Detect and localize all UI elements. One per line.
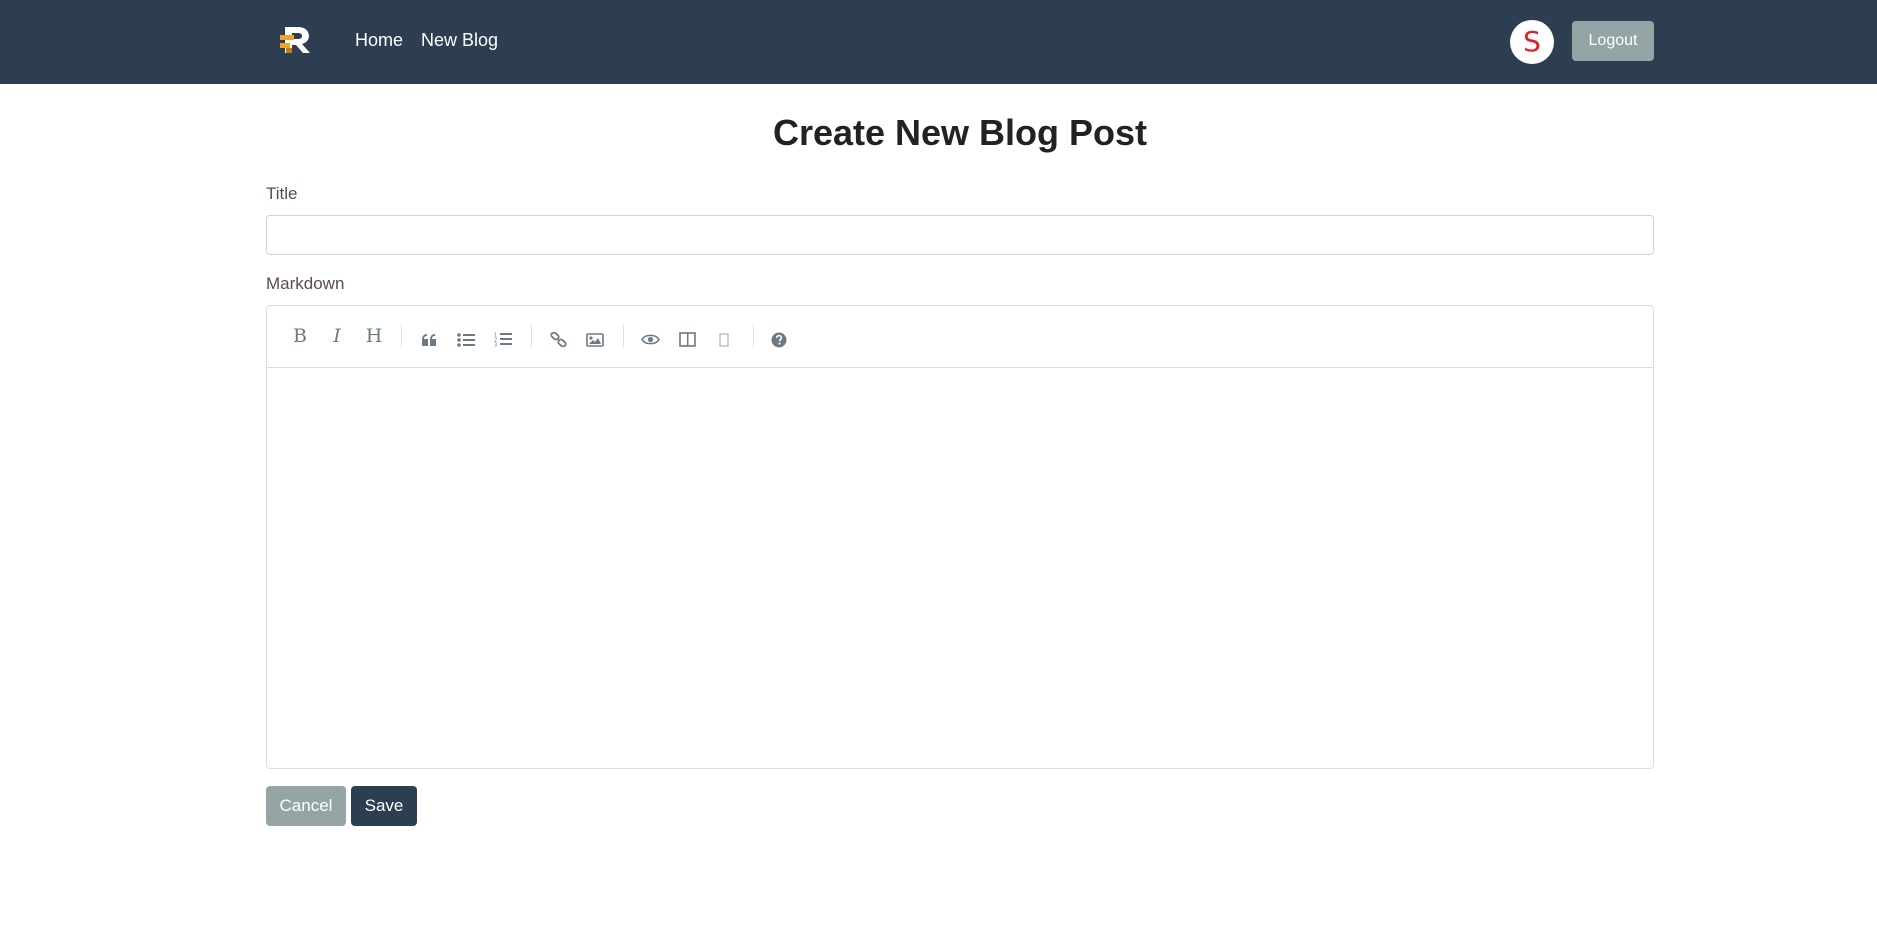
- navbar: Home New Blog S Logout: [0, 0, 1877, 84]
- quote-button[interactable]: [414, 321, 444, 351]
- page-title: Create New Blog Post: [772, 112, 1148, 153]
- eye-icon: [640, 334, 660, 345]
- fullscreen-icon: [719, 332, 729, 347]
- link-button[interactable]: [543, 321, 573, 351]
- avatar[interactable]: S: [1510, 20, 1554, 64]
- toolbar-separator: [623, 325, 624, 347]
- image-button[interactable]: [580, 321, 610, 351]
- question-icon: [771, 332, 787, 347]
- logo-icon[interactable]: [278, 24, 312, 56]
- columns-icon: [678, 332, 696, 347]
- svg-text:3: 3: [494, 343, 497, 348]
- ordered-list-button[interactable]: 1 2 3: [488, 321, 518, 351]
- fullscreen-button[interactable]: [709, 321, 739, 351]
- unordered-list-icon: [457, 332, 475, 347]
- nav-link-home[interactable]: Home: [355, 30, 403, 51]
- side-by-side-button[interactable]: [672, 321, 702, 351]
- image-icon: [586, 332, 604, 347]
- ordered-list-icon: 1 2 3: [494, 333, 512, 348]
- markdown-label: Markdown: [266, 274, 345, 293]
- nav-link-new-blog[interactable]: New Blog: [421, 30, 498, 51]
- editor-toolbar: B I H 1 2 3: [267, 306, 1653, 368]
- heading-button[interactable]: H: [359, 321, 389, 351]
- title-label: Title: [266, 184, 298, 203]
- guide-button[interactable]: [764, 321, 794, 351]
- link-icon: [549, 332, 567, 347]
- toolbar-separator: [401, 325, 402, 347]
- quote-icon: [422, 333, 436, 346]
- markdown-textarea[interactable]: [267, 368, 1653, 768]
- navbar-container: Home New Blog S Logout: [266, 0, 1654, 84]
- markdown-editor: B I H 1 2 3: [266, 305, 1654, 769]
- cancel-button[interactable]: Cancel: [266, 786, 346, 826]
- italic-icon: I: [333, 325, 341, 347]
- title-input[interactable]: [266, 215, 1654, 255]
- toolbar-separator: [753, 325, 754, 347]
- bold-button[interactable]: B: [285, 321, 315, 351]
- bold-icon: B: [293, 325, 307, 347]
- logout-button[interactable]: Logout: [1572, 21, 1654, 61]
- unordered-list-button[interactable]: [451, 321, 481, 351]
- toolbar-separator: [531, 325, 532, 347]
- save-button[interactable]: Save: [351, 786, 417, 826]
- heading-icon: H: [365, 325, 383, 347]
- italic-button[interactable]: I: [322, 321, 352, 351]
- preview-button[interactable]: [635, 321, 665, 351]
